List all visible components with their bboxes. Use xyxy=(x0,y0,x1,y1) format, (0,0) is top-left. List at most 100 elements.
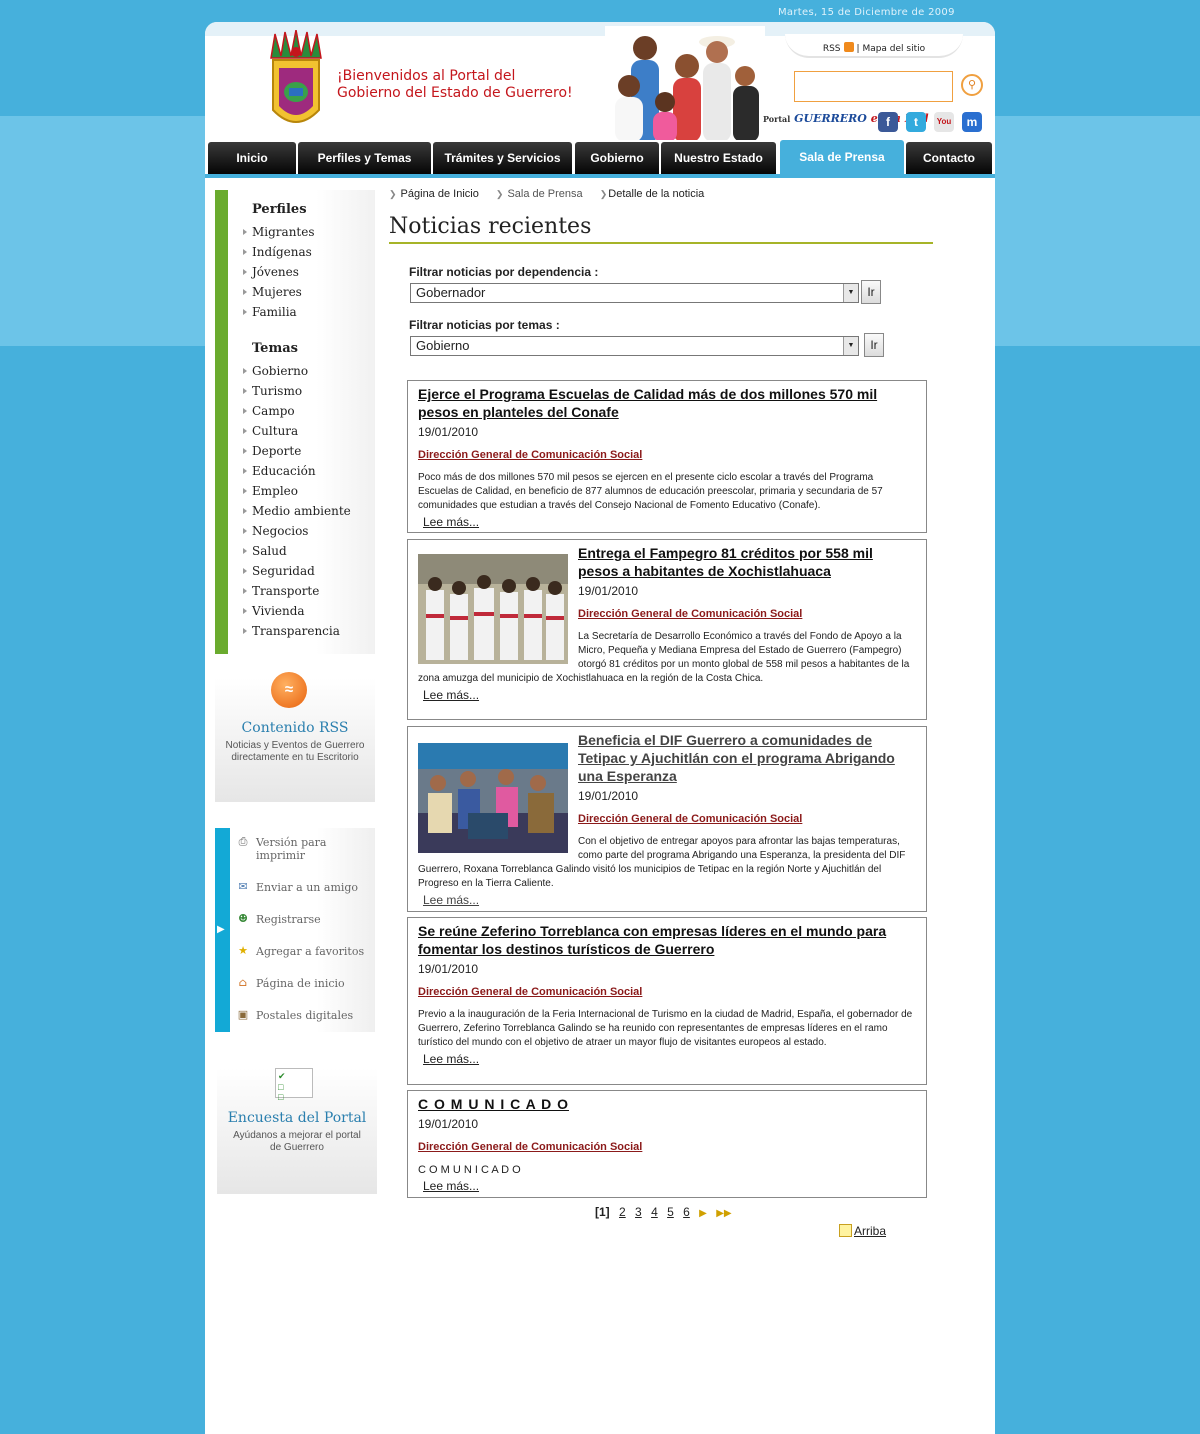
news-department-link[interactable]: Dirección General de Comunicación Social xyxy=(418,449,916,461)
tab-inicio[interactable]: Inicio xyxy=(208,142,296,174)
breadcrumb-section[interactable]: Sala de Prensa xyxy=(507,188,582,200)
sidebar-item-migrantes[interactable]: Migrantes xyxy=(243,223,375,243)
sidebar: Perfiles Migrantes Indígenas Jóvenes Muj… xyxy=(215,190,375,654)
rss-link[interactable]: RSS xyxy=(823,44,841,54)
twitter-icon[interactable]: t xyxy=(906,112,926,132)
add-favorites-link[interactable]: ★ Agregar a favoritos xyxy=(236,945,364,959)
search-button[interactable]: ⚲ xyxy=(961,74,983,96)
rss-feed-icon[interactable]: ≈ xyxy=(271,672,307,708)
send-to-friend-link[interactable]: ✉ Enviar a un amigo xyxy=(236,881,358,895)
news-item: Beneficia el DIF Guerrero a comunidades … xyxy=(407,726,927,912)
homepage-link[interactable]: ⌂ Página de inicio xyxy=(236,977,345,991)
print-version-link[interactable]: ⎙ Versión para imprimir xyxy=(236,836,366,863)
sidebar-item-indigenas[interactable]: Indígenas xyxy=(243,243,375,263)
news-photo[interactable] xyxy=(418,554,568,664)
news-summary: C O M U N I C A D O xyxy=(418,1164,521,1176)
news-date: 19/01/2010 xyxy=(418,1117,479,1131)
next-page-icon[interactable]: ▶ xyxy=(699,1208,707,1219)
news-date: 19/01/2010 xyxy=(418,962,479,976)
sidebar-item-transparencia[interactable]: Transparencia xyxy=(243,622,375,642)
filter-topic-select[interactable]: Gobierno ▼ xyxy=(410,336,859,356)
checklist-icon: ✔ □ □ xyxy=(275,1068,313,1102)
sidebar-item-turismo[interactable]: Turismo xyxy=(243,382,375,402)
temas-heading: Temas xyxy=(252,341,298,356)
sidebar-item-mujeres[interactable]: Mujeres xyxy=(243,283,375,303)
tab-perfiles-y-temas[interactable]: Perfiles y Temas xyxy=(298,142,431,174)
page-link[interactable]: 4 xyxy=(651,1205,658,1219)
register-link[interactable]: ☻ Registrarse xyxy=(236,913,321,927)
poll-box-title: Encuesta del Portal xyxy=(227,1110,367,1126)
tab-sala-de-prensa[interactable]: Sala de Prensa xyxy=(780,140,904,174)
sidebar-item-negocios[interactable]: Negocios xyxy=(243,522,375,542)
rss-box-title: Contenido RSS xyxy=(241,720,349,736)
tab-nuestro-estado[interactable]: Nuestro Estado xyxy=(661,142,776,174)
read-more-link[interactable]: Lee más... xyxy=(423,688,916,702)
filter-dependency-value: Gobernador xyxy=(416,285,486,300)
sidebar-item-empleo[interactable]: Empleo xyxy=(243,482,375,502)
news-item: Entrega el Fampegro 81 créditos por 558 … xyxy=(407,539,927,720)
tab-contacto[interactable]: Contacto xyxy=(906,142,992,174)
guerrero-coat-of-arms-logo[interactable] xyxy=(265,30,327,136)
last-page-icon[interactable]: ▶▶ xyxy=(716,1208,731,1219)
read-more-link[interactable]: Lee más... xyxy=(423,1052,916,1066)
sidebar-item-familia[interactable]: Familia xyxy=(243,303,375,323)
filter-dependency-go-button[interactable]: Ir xyxy=(861,280,881,304)
back-to-top-link[interactable]: Arriba xyxy=(839,1224,886,1238)
sidebar-item-campo[interactable]: Campo xyxy=(243,402,375,422)
news-department-link[interactable]: Dirección General de Comunicación Social xyxy=(418,986,916,998)
read-more-link[interactable]: Lee más... xyxy=(423,515,916,529)
chevron-down-icon[interactable]: ▼ xyxy=(843,284,858,302)
top-links: RSS | Mapa del sitio xyxy=(785,34,963,58)
page-link[interactable]: 6 xyxy=(683,1205,690,1219)
rss-content-box[interactable]: ≈ Contenido RSS Noticias y Eventos de Gu… xyxy=(215,672,375,802)
page-current: [1] xyxy=(595,1205,610,1219)
filter-dependency-select[interactable]: Gobernador ▼ xyxy=(410,283,859,303)
tab-gobierno[interactable]: Gobierno xyxy=(575,142,659,174)
sidebar-item-transporte[interactable]: Transporte xyxy=(243,582,375,602)
news-title-link[interactable]: Ejerce el Programa Escuelas de Calidad m… xyxy=(418,385,916,421)
breadcrumb-arrow-icon: ❯ xyxy=(389,189,397,199)
sitemap-link[interactable]: Mapa del sitio xyxy=(862,44,925,54)
sidebar-item-educacion[interactable]: Educación xyxy=(243,462,375,482)
poll-box[interactable]: ✔ □ □ Encuesta del Portal Ayúdanos a mejor… xyxy=(217,1068,377,1194)
news-summary: Poco más de dos millones 570 mil pesos s… xyxy=(418,472,883,511)
news-title-link[interactable]: C O M U N I C A D O xyxy=(418,1095,916,1113)
sidebar-item-jovenes[interactable]: Jóvenes xyxy=(243,263,375,283)
sidebar-item-medio-ambiente[interactable]: Medio ambiente xyxy=(243,502,375,522)
sidebar-item-deporte[interactable]: Deporte xyxy=(243,442,375,462)
main-navigation: Inicio Perfiles y Temas Trámites y Servi… xyxy=(205,140,995,178)
facebook-icon[interactable]: f xyxy=(878,112,898,132)
page-container: ¡Bienvenidos al Portal del Gobierno del … xyxy=(205,22,995,1434)
search-input[interactable] xyxy=(794,71,953,102)
youtube-icon[interactable]: You xyxy=(934,112,954,132)
welcome-message: ¡Bienvenidos al Portal del Gobierno del … xyxy=(337,68,573,102)
read-more-link[interactable]: Lee más... xyxy=(423,893,916,907)
page-link[interactable]: 2 xyxy=(619,1205,626,1219)
page-link[interactable]: 5 xyxy=(667,1205,674,1219)
page-link[interactable]: 3 xyxy=(635,1205,642,1219)
tab-tramites-y-servicios[interactable]: Trámites y Servicios xyxy=(433,142,572,174)
breadcrumb-arrow-icon: ❯ xyxy=(495,189,504,199)
play-arrow-icon: ▶ xyxy=(217,924,225,935)
news-department-link[interactable]: Dirección General de Comunicación Social xyxy=(418,1141,916,1153)
sidebar-item-cultura[interactable]: Cultura xyxy=(243,422,375,442)
sidebar-item-seguridad[interactable]: Seguridad xyxy=(243,562,375,582)
social-prefix: Portal xyxy=(763,114,791,124)
sidebar-item-gobierno[interactable]: Gobierno xyxy=(243,362,375,382)
messenger-icon[interactable]: m xyxy=(962,112,982,132)
sidebar-item-vivienda[interactable]: Vivienda xyxy=(243,602,375,622)
filter-topic-value: Gobierno xyxy=(416,338,470,353)
welcome-line-2: Gobierno del Estado de Guerrero! xyxy=(337,85,573,101)
chevron-down-icon[interactable]: ▼ xyxy=(843,337,858,355)
rss-icon[interactable] xyxy=(843,42,854,52)
breadcrumb-home[interactable]: Página de Inicio xyxy=(401,188,479,200)
breadcrumb: ❯ Página de Inicio ❯ Sala de Prensa ❯Detal… xyxy=(389,188,718,200)
sidebar-item-salud[interactable]: Salud xyxy=(243,542,375,562)
back-to-top-label: Arriba xyxy=(854,1224,887,1238)
filter-topic-go-button[interactable]: Ir xyxy=(864,333,884,357)
news-photo[interactable] xyxy=(418,743,568,853)
page-title: Noticias recientes xyxy=(389,214,933,244)
postcards-link[interactable]: ▣ Postales digitales xyxy=(236,1009,353,1023)
read-more-link[interactable]: Lee más... xyxy=(423,1179,916,1193)
news-title-link[interactable]: Se reúne Zeferino Torreblanca con empres… xyxy=(418,922,916,958)
